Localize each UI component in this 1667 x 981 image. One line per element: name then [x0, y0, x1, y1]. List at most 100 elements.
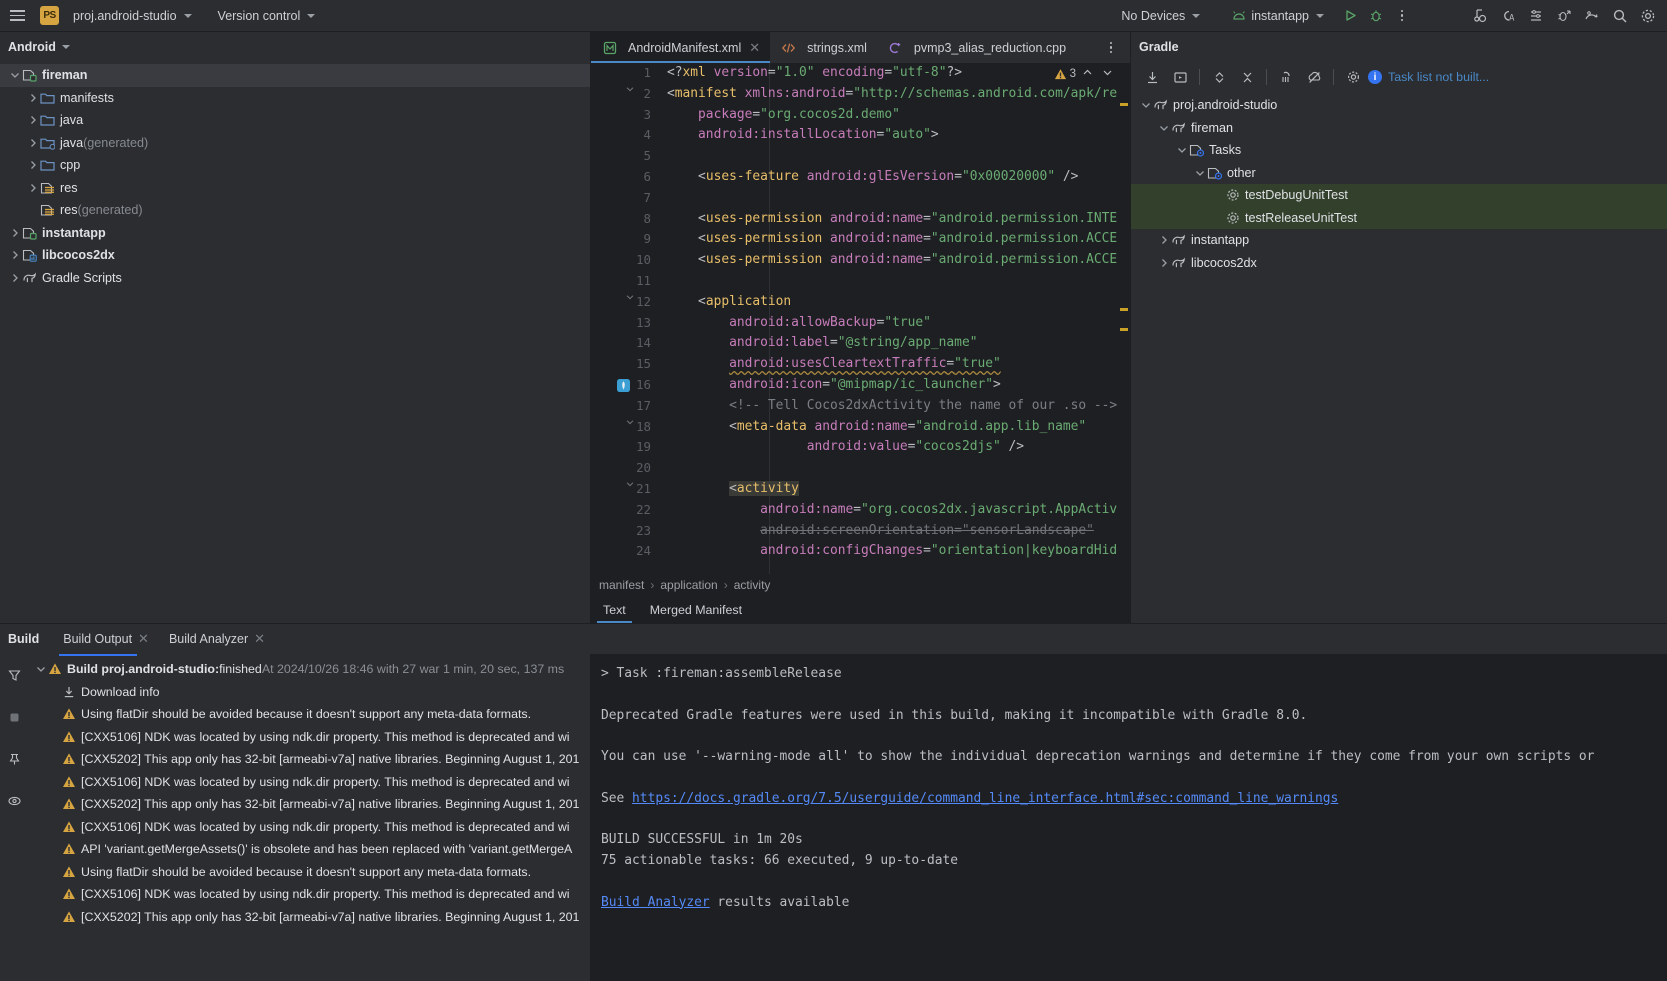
code-line[interactable]: android:value="cocos2djs" /> [657, 437, 1130, 458]
editor-view-tab[interactable]: Merged Manifest [638, 596, 754, 623]
build-output-row[interactable]: Build proj.android-studio: finished At 2… [28, 658, 590, 681]
toggle-offline-icon[interactable] [1301, 64, 1327, 90]
code-line[interactable]: package="org.cocos2d.demo" [657, 105, 1130, 126]
code-line[interactable]: <application [657, 292, 1130, 313]
code-line[interactable]: android:name="org.cocos2dx.javascript.Ap… [657, 500, 1130, 521]
project-tree-item[interactable]: cpp [0, 154, 590, 177]
build-output-tree[interactable]: Build proj.android-studio: finished At 2… [28, 654, 591, 981]
bug-arrow-icon[interactable] [1551, 3, 1577, 29]
code-line[interactable] [657, 271, 1130, 292]
editor-view-tab[interactable]: Text [591, 596, 638, 623]
fold-chevron-icon[interactable] [625, 84, 637, 94]
project-pane-header[interactable]: Android [0, 32, 590, 62]
gradle-settings-icon[interactable] [1340, 64, 1366, 90]
chevron-right-icon[interactable] [26, 136, 39, 149]
chevron-right-icon[interactable] [26, 91, 39, 104]
search-icon[interactable] [1607, 3, 1633, 29]
gradle-tree-item[interactable]: instantapp [1131, 229, 1667, 252]
chevron-right-icon[interactable] [8, 226, 21, 239]
code-line[interactable]: android:configChanges="orientation|keybo… [657, 541, 1130, 562]
code-content[interactable]: <?xml version="1.0" encoding="utf-8"?><m… [657, 63, 1130, 574]
project-tree-item[interactable]: res (generated) [0, 199, 590, 222]
more-vertical-icon[interactable] [1389, 3, 1415, 29]
gradle-tree-item[interactable]: libcocos2dx [1131, 252, 1667, 275]
stripe-warning-mark[interactable] [1120, 328, 1128, 331]
chevron-right-icon[interactable] [8, 271, 21, 284]
code-line[interactable]: <manifest xmlns:android="http://schemas.… [657, 84, 1130, 105]
code-editor[interactable]: 123456789101112131415161718192021222324 … [591, 63, 1130, 574]
editor-tab[interactable]: strings.xml [770, 32, 877, 63]
close-icon[interactable]: ✕ [749, 40, 760, 56]
device-selector[interactable]: No Devices [1114, 6, 1207, 26]
project-tree-item[interactable]: res [0, 177, 590, 200]
code-line[interactable]: android:screenOrientation="sensorLandsca… [657, 521, 1130, 542]
code-line[interactable]: android:allowBackup="true" [657, 313, 1130, 334]
build-tab[interactable]: Build Output✕ [53, 624, 159, 654]
stop-icon[interactable] [1, 704, 27, 730]
inspection-widget[interactable]: 3 [1054, 67, 1116, 81]
close-icon[interactable]: ✕ [138, 631, 149, 647]
debug-icon[interactable] [1363, 3, 1389, 29]
breadcrumb-item[interactable]: activity [734, 578, 771, 592]
gradle-tree-item[interactable]: proj.android-studio [1131, 94, 1667, 117]
execute-task-icon[interactable] [1167, 64, 1193, 90]
error-stripe[interactable] [1118, 63, 1130, 574]
code-line[interactable]: <uses-permission android:name="android.p… [657, 250, 1130, 271]
project-tree-item[interactable]: manifests [0, 87, 590, 110]
fold-chevron-icon[interactable] [625, 417, 637, 427]
project-tree-item[interactable]: java (generated) [0, 132, 590, 155]
code-line[interactable]: <uses-permission android:name="android.p… [657, 229, 1130, 250]
project-tree-item[interactable]: fireman [0, 64, 590, 87]
project-tree-item[interactable]: instantapp [0, 222, 590, 245]
project-tree-item[interactable]: java [0, 109, 590, 132]
more-vertical-icon[interactable] [1098, 35, 1124, 61]
settings-gear-icon[interactable] [1635, 3, 1661, 29]
build-output-row[interactable]: [CXX5202] This app only has 32-bit [arme… [28, 906, 590, 929]
attach-project-icon[interactable] [1273, 64, 1299, 90]
code-line[interactable] [657, 146, 1130, 167]
chevron-right-icon[interactable] [26, 159, 39, 172]
chevron-down-icon[interactable] [1175, 144, 1188, 157]
version-control-selector[interactable]: Version control [211, 6, 323, 26]
pin-icon[interactable] [1, 746, 27, 772]
editor-tab[interactable]: AndroidManifest.xml✕ [591, 32, 770, 63]
build-output-row[interactable]: API 'variant.getMergeAssets()' is obsole… [28, 838, 590, 861]
chevron-right-icon[interactable] [8, 249, 21, 262]
stripe-warning-mark[interactable] [1120, 308, 1128, 311]
chevron-down-icon[interactable] [1139, 99, 1152, 112]
editor-tab[interactable]: pvmp3_alias_reduction.cpp [877, 32, 1076, 63]
filter-icon[interactable] [1, 662, 27, 688]
code-line[interactable] [657, 188, 1130, 209]
code-line[interactable]: <!-- Tell Cocos2dxActivity the name of o… [657, 396, 1130, 417]
chevron-down-icon[interactable] [1193, 166, 1206, 179]
code-line[interactable]: <meta-data android:name="android.app.lib… [657, 417, 1130, 438]
chevron-down-icon[interactable] [34, 663, 48, 675]
gradle-docs-link[interactable]: https://docs.gradle.org/7.5/userguide/co… [632, 791, 1338, 806]
chevron-down-icon[interactable] [8, 69, 21, 82]
chevron-right-icon[interactable] [26, 181, 39, 194]
info-icon[interactable]: i [1368, 70, 1382, 84]
build-output-row[interactable]: [CXX5202] This app only has 32-bit [arme… [28, 793, 590, 816]
gradle-tree-item[interactable]: fireman [1131, 117, 1667, 140]
updates-icon[interactable] [1579, 3, 1605, 29]
gradle-tree-item[interactable]: testDebugUnitTest [1131, 184, 1667, 207]
editor-gutter[interactable]: 123456789101112131415161718192021222324 [591, 63, 657, 574]
task-list-note[interactable]: Task list not built... [1388, 70, 1489, 84]
gradle-tree-item[interactable]: testReleaseUnitTest [1131, 207, 1667, 230]
build-tab[interactable]: Build Analyzer✕ [159, 624, 275, 654]
code-line[interactable]: <activity [657, 479, 1130, 500]
project-selector[interactable]: proj.android-studio [66, 6, 199, 26]
build-output-row[interactable]: Using flatDir should be avoided because … [28, 703, 590, 726]
project-tree-item[interactable]: libcocos2dx [0, 244, 590, 267]
chevron-down-icon[interactable] [1157, 121, 1170, 134]
project-tree-item[interactable]: Gradle Scripts [0, 267, 590, 290]
chevron-right-icon[interactable] [1157, 256, 1170, 269]
build-output-row[interactable]: [CXX5106] NDK was located by using ndk.d… [28, 816, 590, 839]
stripe-warning-mark[interactable] [1120, 103, 1128, 106]
breadcrumb-item[interactable]: manifest [599, 578, 644, 592]
settings-sync-icon[interactable] [1523, 3, 1549, 29]
chevron-up-icon[interactable] [1079, 67, 1096, 81]
code-line[interactable]: <uses-permission android:name="android.p… [657, 209, 1130, 230]
build-output-row[interactable]: Download info [28, 681, 590, 704]
search-everywhere-a-icon[interactable]: A [1495, 3, 1521, 29]
